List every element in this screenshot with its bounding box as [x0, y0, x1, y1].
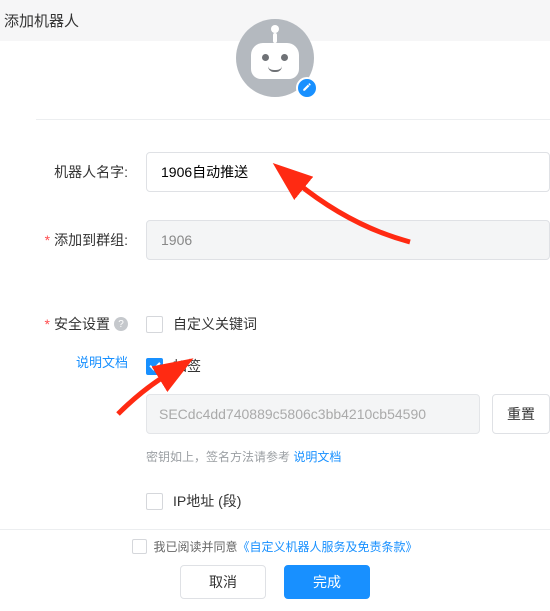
secret-input[interactable] — [146, 394, 480, 434]
hint-doc-link[interactable]: 说明文档 — [293, 450, 341, 464]
agree-text: 我已阅读并同意 — [153, 538, 237, 555]
terms-link[interactable]: 《自定义机器人服务及免责条款》 — [238, 538, 418, 555]
row-group: *添加到群组: — [0, 220, 550, 260]
cancel-button[interactable]: 取消 — [180, 565, 266, 599]
security-section: *安全设置 ? 说明文档 自定义关键词 加签 重置 密钥如上，签名方法请参考 说… — [0, 288, 550, 511]
divider — [36, 119, 550, 120]
security-right: 自定义关键词 加签 重置 密钥如上，签名方法请参考 说明文档 IP地址 (段) — [146, 314, 550, 511]
secret-hint: 密钥如上，签名方法请参考 说明文档 — [146, 448, 550, 465]
security-title: *安全设置 ? — [45, 314, 128, 334]
robot-avatar[interactable] — [236, 19, 314, 97]
keyword-checkbox[interactable] — [146, 316, 163, 333]
option-ip: IP地址 (段) — [146, 491, 550, 511]
sign-label: 加签 — [173, 356, 201, 376]
footer-buttons: 取消 完成 — [0, 565, 550, 599]
sign-checkbox[interactable] — [146, 358, 163, 375]
confirm-button[interactable]: 完成 — [284, 565, 370, 599]
edit-avatar-button[interactable] — [296, 77, 318, 99]
label-group: *添加到群组: — [36, 230, 146, 250]
security-left: *安全设置 ? 说明文档 — [36, 314, 146, 511]
dialog-title: 添加机器人 — [4, 13, 79, 30]
option-sign: 加签 — [146, 356, 550, 376]
ip-label: IP地址 (段) — [173, 491, 241, 511]
row-name: 机器人名字: — [0, 152, 550, 192]
secret-row: 重置 — [146, 394, 550, 434]
dialog-footer: 我已阅读并同意 《自定义机器人服务及免责条款》 取消 完成 — [0, 529, 550, 611]
group-input — [146, 220, 550, 260]
security-doc-link[interactable]: 说明文档 — [36, 352, 128, 371]
agree-row: 我已阅读并同意 《自定义机器人服务及免责条款》 — [0, 538, 550, 555]
label-name: 机器人名字: — [36, 162, 146, 182]
ip-checkbox[interactable] — [146, 493, 163, 510]
option-keyword: 自定义关键词 — [146, 314, 550, 334]
robot-name-input[interactable] — [146, 152, 550, 192]
avatar-section — [0, 41, 550, 119]
reset-button[interactable]: 重置 — [492, 394, 550, 434]
dialog-content: 机器人名字: *添加到群组: *安全设置 ? 说明文档 自定义关键词 加签 — [0, 41, 550, 511]
robot-face-icon — [251, 43, 299, 79]
help-icon[interactable]: ? — [114, 317, 128, 331]
pencil-icon — [302, 79, 312, 97]
keyword-label: 自定义关键词 — [173, 314, 257, 334]
agree-checkbox[interactable] — [132, 539, 147, 554]
